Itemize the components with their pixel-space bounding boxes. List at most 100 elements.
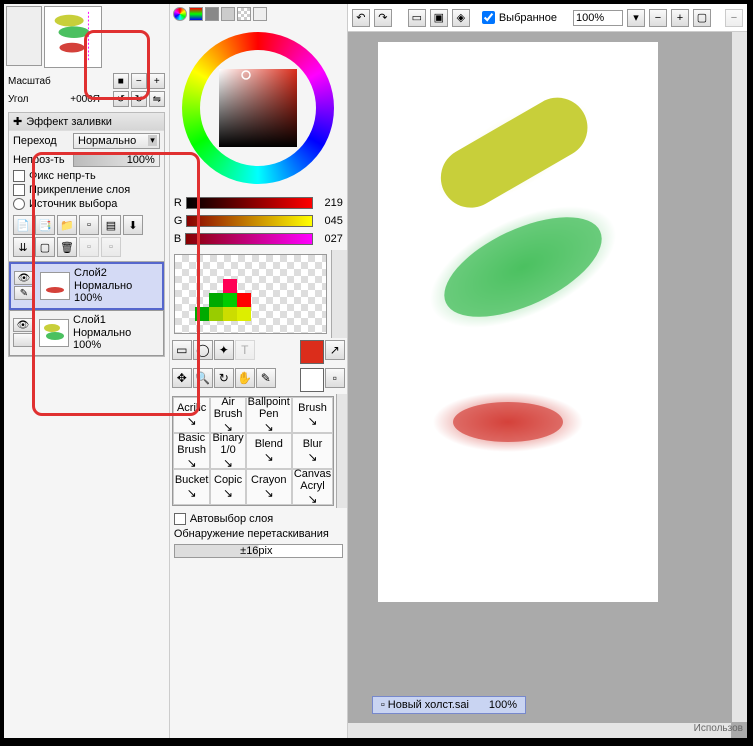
brush-preset[interactable]: Copic↘	[210, 469, 245, 505]
layer-opt-button[interactable]: ▤	[101, 215, 121, 235]
color-wheel-mode-icon[interactable]	[173, 7, 187, 21]
scale-minus-button[interactable]: −	[131, 73, 147, 89]
auto-select-checkbox[interactable]	[174, 513, 186, 525]
swatch-cell[interactable]	[251, 307, 265, 321]
layer-extra2-button[interactable]: ▫	[101, 237, 121, 257]
redo-button[interactable]: ↷	[374, 9, 392, 27]
swatch-cell[interactable]	[237, 293, 251, 307]
swatch-cell[interactable]	[251, 279, 265, 293]
delete-layer-button[interactable]: 🗑	[57, 237, 77, 257]
wand-tool[interactable]: ✦	[214, 340, 234, 360]
layer-item[interactable]: 👁 Слой1Нормально100%	[9, 310, 164, 356]
brush-preset[interactable]: AirBrush↘	[210, 397, 245, 433]
swatch-cell[interactable]	[223, 293, 237, 307]
brush-preset[interactable]: Blur↘	[292, 433, 333, 469]
swatch-cell[interactable]	[223, 279, 237, 293]
swatch-cell[interactable]	[209, 307, 223, 321]
brush-preset[interactable]: CanvasAcryl↘	[292, 469, 333, 505]
eyedropper-tool[interactable]: ✎	[256, 368, 276, 388]
hsv-bars-icon[interactable]	[205, 7, 219, 21]
flip-button[interactable]: ⇋	[149, 91, 165, 107]
selection-source-radio[interactable]	[13, 198, 25, 210]
merge-down-button[interactable]: ⇊	[13, 237, 33, 257]
invert-sel-button[interactable]: ▣	[430, 9, 448, 27]
color-wheel[interactable]	[178, 28, 338, 188]
zoom-field[interactable]	[573, 10, 623, 26]
scale-reset-button[interactable]: ■	[113, 73, 129, 89]
brush-preset[interactable]: Binary1/0↘	[210, 433, 245, 469]
clip-layer-checkbox[interactable]	[13, 184, 25, 196]
layer-extra1-button[interactable]: ▫	[79, 237, 99, 257]
layer-edit-button[interactable]	[13, 333, 33, 347]
brush-preset[interactable]: Acrilic↘	[173, 397, 211, 433]
mixer-icon[interactable]	[221, 7, 235, 21]
swatch-cell[interactable]	[223, 307, 237, 321]
swatch-scrollbar[interactable]	[331, 250, 347, 338]
transparent-color-button[interactable]: ▫	[325, 368, 345, 388]
move-tool[interactable]: ✥	[172, 368, 192, 388]
clear-button[interactable]: ▢	[35, 237, 55, 257]
rotate-ccw-button[interactable]: ↺	[113, 91, 129, 107]
lasso-tool[interactable]: ◯	[193, 340, 213, 360]
swatch-cell[interactable]	[195, 279, 209, 293]
rgb-bars-icon[interactable]	[189, 7, 203, 21]
undo-button[interactable]: ↶	[352, 9, 370, 27]
swatch-cell[interactable]	[209, 293, 223, 307]
rotate-cw-button[interactable]: ↻	[131, 91, 147, 107]
brush-preset[interactable]: Crayon↘	[246, 469, 292, 505]
canvas[interactable]	[378, 42, 658, 602]
zoom-tool[interactable]: 🔍	[193, 368, 213, 388]
brush-preset[interactable]: Blend↘	[246, 433, 292, 469]
stabilizer-button[interactable]: −	[725, 9, 743, 27]
file-tab[interactable]: ▫ Новый холст.sai 100%	[372, 696, 526, 714]
b-slider[interactable]	[185, 233, 313, 245]
new-folder-button[interactable]: 📁	[57, 215, 77, 235]
layer-edit-button[interactable]: ✎	[14, 286, 34, 300]
swatch-cell[interactable]	[237, 307, 251, 321]
swatch-cell[interactable]	[195, 307, 209, 321]
layer-visibility-button[interactable]: 👁	[13, 318, 33, 332]
mini-thumbnail[interactable]	[6, 6, 42, 66]
new-mask-button[interactable]: ▫	[79, 215, 99, 235]
canvas-v-scrollbar[interactable]	[731, 32, 747, 722]
swatch-cell[interactable]	[237, 279, 251, 293]
show-sel-button[interactable]: ◈	[452, 9, 470, 27]
selected-checkbox[interactable]	[482, 11, 495, 24]
scale-plus-button[interactable]: +	[149, 73, 165, 89]
swap-colors-button[interactable]: ↗	[325, 340, 345, 360]
deselect-button[interactable]: ▭	[408, 9, 426, 27]
secondary-color[interactable]	[300, 368, 324, 392]
fix-opacity-checkbox[interactable]	[13, 170, 25, 182]
swatch-cell[interactable]	[251, 293, 265, 307]
preview-thumbnail[interactable]	[44, 6, 102, 68]
canvas-h-scrollbar[interactable]	[348, 722, 731, 738]
opacity-slider[interactable]: 100%	[73, 153, 160, 167]
swatch-palette[interactable]	[174, 254, 327, 334]
brush-preset[interactable]: Bucket↘	[173, 469, 211, 505]
zoom-out-button[interactable]: −	[649, 9, 667, 27]
blend-mode-dropdown[interactable]: Нормально	[73, 133, 160, 149]
swatch-icon[interactable]	[237, 7, 251, 21]
rotate-tool[interactable]: ↻	[214, 368, 234, 388]
hand-tool[interactable]: ✋	[235, 368, 255, 388]
new-layer-button[interactable]: 📄	[13, 215, 33, 235]
zoom-fit-button[interactable]: ▢	[693, 9, 711, 27]
panel-toggle-icon[interactable]: ✚	[13, 115, 22, 128]
transfer-down-button[interactable]: ⬇	[123, 215, 143, 235]
brush-scrollbar[interactable]	[336, 394, 347, 508]
swatch-cell[interactable]	[209, 279, 223, 293]
r-slider[interactable]	[186, 197, 313, 209]
brush-preset[interactable]: BallpointPen↘	[246, 397, 292, 433]
scratchpad-icon[interactable]	[253, 7, 267, 21]
g-slider[interactable]	[186, 215, 312, 227]
layer-visibility-button[interactable]: 👁	[14, 271, 34, 285]
brush-preset[interactable]: BasicBrush↘	[173, 433, 211, 469]
drag-detect-slider[interactable]: ±16pix	[174, 544, 343, 558]
zoom-in-button[interactable]: +	[671, 9, 689, 27]
swatch-cell[interactable]	[195, 293, 209, 307]
new-linework-button[interactable]: 📑	[35, 215, 55, 235]
brush-preset[interactable]: Brush↘	[292, 397, 333, 433]
text-tool[interactable]: T	[235, 340, 255, 360]
primary-color[interactable]	[300, 340, 324, 364]
layer-item[interactable]: 👁 ✎ Слой2Нормально100%	[9, 262, 164, 310]
